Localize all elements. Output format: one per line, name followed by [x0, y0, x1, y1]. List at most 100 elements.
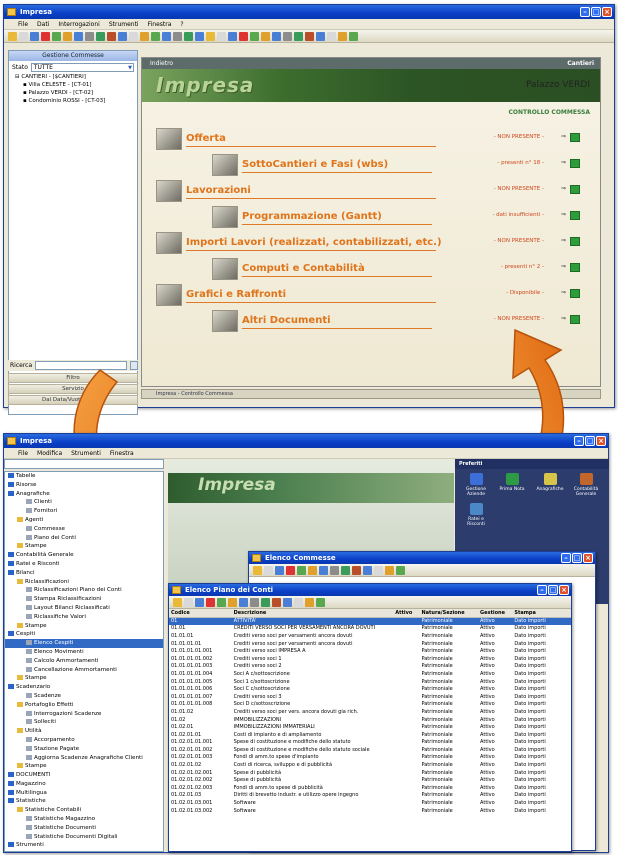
nav-item[interactable]: Aggiorna Scadenze Anagrafiche Clienti [5, 754, 163, 763]
section-row[interactable]: Importi Lavori (realizzati, contabilizza… [156, 232, 582, 254]
section-label[interactable]: Computi e Contabilità [242, 263, 365, 274]
toolbar-button[interactable] [19, 31, 28, 41]
nav-item[interactable]: Interrogazioni Scadenze [5, 710, 163, 719]
shortcut-ratei[interactable]: Ratei e Risconti [461, 503, 491, 527]
toolbar-button[interactable] [327, 31, 336, 41]
toolbar-button[interactable] [195, 597, 204, 607]
close-button[interactable]: × [559, 585, 569, 595]
toolbar-button[interactable] [316, 597, 325, 607]
toolbar-button[interactable] [63, 31, 72, 41]
section-row[interactable]: SottoCantieri e Fasi (wbs) - presenti n°… [212, 154, 582, 176]
toolbar-button[interactable] [228, 31, 237, 41]
nav-item[interactable]: Risorse [5, 481, 163, 490]
toolbar-button[interactable] [374, 565, 383, 575]
toolbar-button[interactable] [250, 597, 259, 607]
section-label[interactable]: Grafici e Raffronti [186, 289, 286, 300]
nav-item[interactable]: Commesse [5, 525, 163, 534]
toolbar-button[interactable] [330, 565, 339, 575]
nav-item[interactable]: Ratei e Risconti [5, 560, 163, 569]
nav-item[interactable]: Clienti [5, 498, 163, 507]
toolbar-button[interactable] [52, 31, 61, 41]
table-row[interactable]: 01.01 CREDITI VERSO SOCI PER VERSAMENTI A… [169, 625, 571, 633]
menu-modifica[interactable]: Modifica [37, 450, 62, 457]
back-tab[interactable]: Indietro [150, 60, 173, 67]
toolbar-button[interactable] [228, 597, 237, 607]
toolbar-button[interactable] [352, 565, 361, 575]
table-row[interactable]: 01.02.01 IMMOBILIZZAZIONI IMMATERIALI Patr… [169, 723, 571, 731]
nav-item[interactable]: Help [5, 850, 163, 851]
maximize-button[interactable]: □ [585, 436, 595, 446]
section-label[interactable]: Altri Documenti [242, 315, 331, 326]
toolbar-button[interactable] [305, 597, 314, 607]
table-row[interactable]: 01 ATTIVITA' Patrimoniale Attivo Dato import… [169, 617, 571, 625]
table-row[interactable]: 01.01.02 Crediti verso soci per vers. anc… [169, 708, 571, 716]
toolbar-button[interactable] [217, 597, 226, 607]
toolbar-button[interactable] [341, 565, 350, 575]
toolbar-button[interactable] [275, 565, 284, 575]
nav-item[interactable]: Agenti [5, 516, 163, 525]
table-row[interactable]: 01.01.01.01.004 Soci A c/sottoscrizione Pa… [169, 670, 571, 678]
toolbar-button[interactable] [129, 31, 138, 41]
toolbar-button[interactable] [30, 31, 39, 41]
toolbar-button[interactable] [305, 31, 314, 41]
section-label[interactable]: SottoCantieri e Fasi (wbs) [242, 159, 388, 170]
toolbar-button[interactable] [151, 31, 160, 41]
nav-item[interactable]: Anagrafiche [5, 490, 163, 499]
tree-item-condominio[interactable]: ▪ Condominio ROSSI - [CT-03] [9, 97, 137, 105]
menu-dati[interactable]: Dati [37, 21, 49, 28]
nav-search-input[interactable] [4, 459, 164, 469]
section-row[interactable]: Grafici e Raffronti - Disponibile - ⇒ [156, 284, 582, 306]
column-header[interactable]: Stampa [512, 609, 571, 618]
nav-item[interactable]: Calcolo Ammortamenti [5, 657, 163, 666]
menu-help[interactable]: ? [180, 21, 183, 28]
nav-item[interactable]: Stampe [5, 542, 163, 551]
table-row[interactable]: 01.01.01 Crediti verso soci per versament… [169, 632, 571, 640]
table-row[interactable]: 01.02.01.02 Costi di ricerca, sviluppo e … [169, 761, 571, 769]
table-row[interactable]: 01.02.01.02.002 Spese di pubblicità Patrim… [169, 776, 571, 784]
toolbar-button[interactable] [250, 31, 259, 41]
menu-file[interactable]: File [18, 450, 28, 457]
toolbar-button[interactable] [283, 31, 292, 41]
toolbar-button[interactable] [283, 597, 292, 607]
nav-item[interactable]: Multilingua [5, 789, 163, 798]
open-section-button[interactable] [570, 263, 580, 272]
toolbar-button[interactable] [96, 31, 105, 41]
column-header[interactable]: Descrizione [231, 609, 394, 618]
shortcut-anagrafiche[interactable]: Anagrafiche [535, 473, 565, 492]
table-row[interactable]: 01.01.01.01.003 Crediti verso soci 2 Patri… [169, 663, 571, 671]
section-row[interactable]: Programmazione (Gantt) - dati insufficie… [212, 206, 582, 228]
table-row[interactable]: 01.01.01.01.007 Crediti verso soci 3 Patri… [169, 693, 571, 701]
close-button[interactable]: × [596, 436, 606, 446]
nav-item[interactable]: Statistiche [5, 797, 163, 806]
toolbar-button[interactable] [41, 31, 50, 41]
nav-item[interactable]: Strumenti [5, 841, 163, 850]
nav-item[interactable]: DOCUMENTI [5, 771, 163, 780]
minimize-button[interactable]: – [561, 553, 571, 563]
toolbar-button[interactable] [261, 597, 270, 607]
nav-item[interactable]: Magazzino [5, 780, 163, 789]
section-row[interactable]: Offerta - NON PRESENTE - ⇒ [156, 128, 582, 150]
toolbar-button[interactable] [239, 31, 248, 41]
table-row[interactable]: 01.02.01.03.001 Software Patrimoniale Attiv… [169, 799, 571, 807]
toolbar-button[interactable] [294, 597, 303, 607]
menu-strumenti[interactable]: Strumenti [71, 450, 101, 457]
table-row[interactable]: 01.02.01.02.003 Fondi di amm.to spese di … [169, 784, 571, 792]
nav-item[interactable]: Portafoglio Effetti [5, 701, 163, 710]
toolbar-button[interactable] [162, 31, 171, 41]
table-row[interactable]: 01.01.01.01 Crediti verso soci per versam… [169, 640, 571, 648]
toolbar-button[interactable] [261, 31, 270, 41]
nav-item[interactable]: Stampe [5, 622, 163, 631]
column-header[interactable]: Gestione [478, 609, 513, 618]
toolbar-button[interactable] [385, 565, 394, 575]
section-label[interactable]: Programmazione (Gantt) [242, 211, 382, 222]
toolbar-button[interactable] [184, 597, 193, 607]
toolbar-button[interactable] [363, 565, 372, 575]
close-button[interactable]: × [602, 7, 612, 17]
table-row[interactable]: 01.02.01.01.003 Fondi di amm.to spese d'i… [169, 754, 571, 762]
maximize-button[interactable]: □ [548, 585, 558, 595]
toolbar-button[interactable] [272, 31, 281, 41]
toolbar-button[interactable] [239, 597, 248, 607]
open-section-button[interactable] [570, 289, 580, 298]
stato-select[interactable]: TUTTE [30, 62, 134, 72]
open-section-button[interactable] [570, 211, 580, 220]
